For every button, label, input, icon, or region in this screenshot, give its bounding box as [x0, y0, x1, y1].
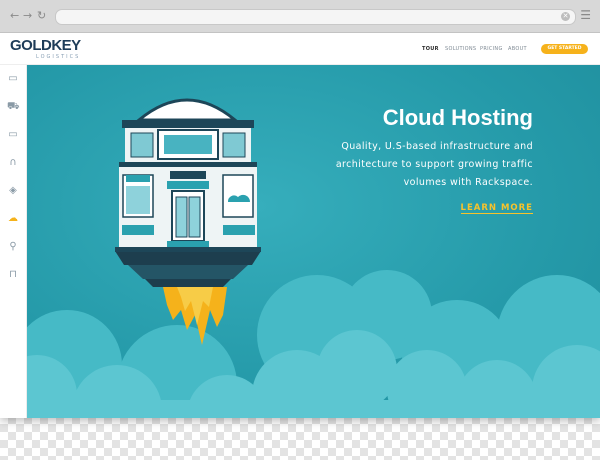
forward-icon[interactable]: →	[23, 9, 32, 23]
building	[115, 98, 261, 252]
reload-icon[interactable]: ↻	[37, 9, 46, 23]
sidebar: ▭ ⛟ ▭ ∩ ◈ ☁ ⚲ ⊓	[0, 65, 27, 418]
hero-description-line: volumes with Rackspace.	[403, 177, 533, 188]
magnet-icon[interactable]: ∩	[7, 157, 19, 169]
hero-title: Cloud Hosting	[382, 105, 533, 130]
brand-tagline: LOGISTICS	[36, 54, 81, 60]
hero-banner: Cloud Hosting Quality, U.S-based infrast…	[27, 65, 600, 418]
browser-window: ← → ↻ ✕ ☰ GOLDKEY LOGISTICS TOUR SOLUTIO…	[0, 0, 600, 418]
menu-icon[interactable]: ☰	[580, 8, 591, 22]
building-base	[115, 251, 261, 287]
address-bar[interactable]: ✕	[55, 9, 576, 25]
clear-icon[interactable]: ✕	[561, 12, 570, 21]
cloud-icon[interactable]: ☁	[7, 213, 19, 225]
user-search-icon[interactable]: ⚲	[7, 241, 19, 253]
back-icon[interactable]: ←	[10, 9, 19, 23]
lock-icon[interactable]: ⊓	[7, 269, 19, 281]
nav-about-link[interactable]: ABOUT	[508, 46, 527, 52]
hero-description-line: Quality, U.S-based infrastructure and	[341, 141, 533, 152]
hero-description-line: architecture to support growing traffic	[335, 159, 533, 170]
site-header: GOLDKEY LOGISTICS TOUR SOLUTIONS PRICING…	[0, 33, 600, 65]
nav-tour-link[interactable]: TOUR	[422, 46, 439, 52]
get-started-button[interactable]: GET STARTED	[541, 44, 588, 54]
browser-toolbar: ← → ↻ ✕ ☰	[0, 0, 600, 33]
server-icon[interactable]: ▭	[7, 73, 19, 85]
cart-icon[interactable]: ⛟	[7, 101, 20, 113]
tag-icon[interactable]: ◈	[7, 185, 19, 197]
brand-logo[interactable]: GOLDKEY	[10, 37, 81, 54]
nav-solutions-link[interactable]: SOLUTIONS	[445, 46, 476, 52]
nav-pricing-link[interactable]: PRICING	[480, 46, 503, 52]
learn-more-link[interactable]: LEARN MORE	[460, 203, 533, 214]
monitor-icon[interactable]: ▭	[7, 129, 19, 141]
